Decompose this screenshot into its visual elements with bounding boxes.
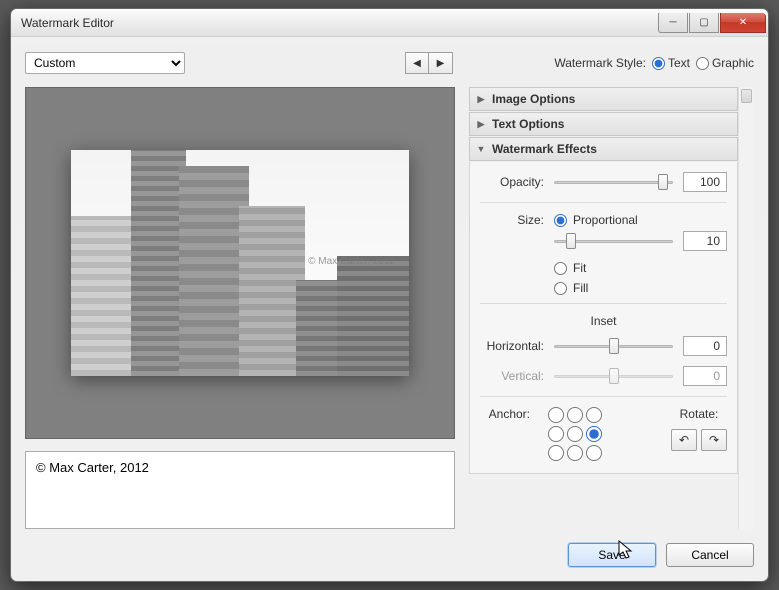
anchor-label: Anchor:: [480, 407, 530, 421]
section-watermark-effects[interactable]: ▼ Watermark Effects: [469, 137, 738, 161]
close-button[interactable]: ✕: [720, 13, 766, 33]
watermark-overlay: © Max Carter, 2012: [308, 256, 395, 267]
section-image-options[interactable]: ▶ Image Options: [469, 87, 738, 111]
rotate-left-button[interactable]: ↶: [671, 429, 697, 451]
anchor-grid[interactable]: [548, 407, 602, 461]
prev-image-button[interactable]: ◀: [405, 52, 429, 74]
maximize-button[interactable]: ▢: [689, 13, 719, 33]
minimize-button[interactable]: ─: [658, 13, 688, 33]
style-graphic-radio[interactable]: Graphic: [696, 56, 754, 70]
save-button[interactable]: Save: [568, 543, 656, 567]
chevron-right-icon: ▶: [476, 119, 486, 130]
left-triangle-icon: ◀: [413, 58, 421, 69]
inset-vertical-value: 0: [683, 366, 727, 386]
cancel-button[interactable]: Cancel: [666, 543, 754, 567]
titlebar: Watermark Editor ─ ▢ ✕: [11, 9, 768, 37]
opacity-value[interactable]: 100: [683, 172, 727, 192]
preview-area: © Max Carter, 2012: [25, 87, 455, 439]
rotate-left-icon: ↶: [679, 433, 689, 447]
section-text-options[interactable]: ▶ Text Options: [469, 112, 738, 136]
rotate-label: Rotate:: [680, 407, 719, 421]
inset-horizontal-label: Horizontal:: [480, 339, 544, 353]
rotate-right-icon: ↷: [709, 433, 719, 447]
watermark-style-label: Watermark Style:: [554, 56, 646, 70]
chevron-down-icon: ▼: [476, 144, 486, 154]
inset-horizontal-slider[interactable]: [554, 337, 673, 355]
panel-scrollbar[interactable]: [738, 87, 754, 529]
opacity-slider[interactable]: [554, 173, 673, 191]
size-value[interactable]: 10: [683, 231, 727, 251]
inset-label: Inset: [480, 314, 727, 328]
preview-image: © Max Carter, 2012: [71, 150, 409, 376]
style-text-radio[interactable]: Text: [652, 56, 690, 70]
size-label: Size:: [480, 213, 544, 227]
watermark-editor-window: Watermark Editor ─ ▢ ✕ Custom ◀ ▶ Waterm…: [10, 8, 769, 582]
size-fill-radio[interactable]: Fill: [554, 281, 727, 295]
chevron-right-icon: ▶: [476, 94, 486, 105]
size-fit-radio[interactable]: Fit: [554, 261, 727, 275]
window-title: Watermark Editor: [21, 16, 114, 30]
rotate-right-button[interactable]: ↷: [701, 429, 727, 451]
inset-vertical-label: Vertical:: [480, 369, 544, 383]
right-triangle-icon: ▶: [437, 58, 445, 69]
inset-vertical-slider: [554, 367, 673, 385]
size-proportional-radio[interactable]: Proportional: [554, 213, 638, 227]
watermark-text-input[interactable]: © Max Carter, 2012: [25, 451, 455, 529]
opacity-label: Opacity:: [480, 175, 544, 189]
inset-horizontal-value[interactable]: 0: [683, 336, 727, 356]
next-image-button[interactable]: ▶: [429, 52, 453, 74]
size-slider[interactable]: [554, 232, 673, 250]
preset-select[interactable]: Custom: [25, 52, 185, 74]
